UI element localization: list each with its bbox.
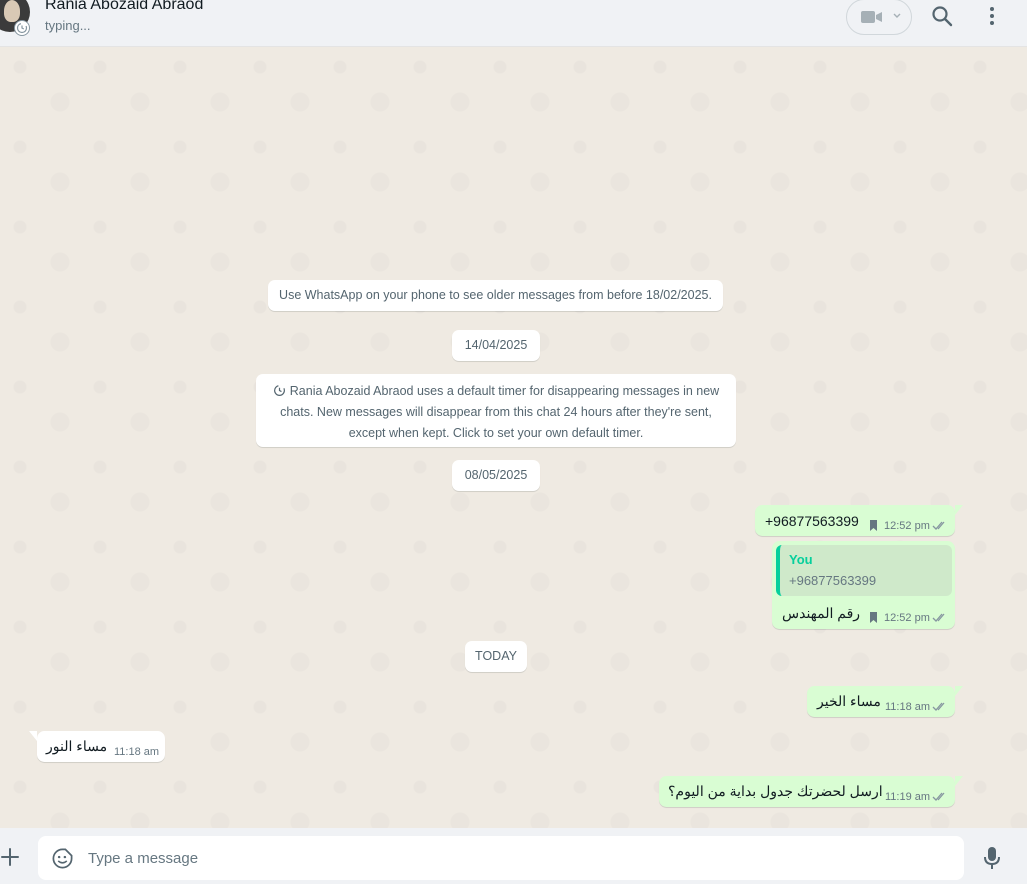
timer-icon <box>273 385 285 396</box>
attach-button[interactable] <box>0 847 20 872</box>
message-time: 11:18 am <box>114 746 160 758</box>
message-text: ارسل لحضرتك جدول بداية من اليوم؟ <box>668 783 883 799</box>
search-button[interactable] <box>930 4 954 28</box>
quote-author: You <box>789 552 813 567</box>
older-messages-notice[interactable]: Use WhatsApp on your phone to see older … <box>268 280 723 311</box>
search-icon <box>932 6 953 27</box>
disappearing-timer-icon <box>14 20 30 36</box>
message-input-box[interactable] <box>38 836 964 880</box>
quote-text: +96877563399 <box>789 573 877 588</box>
date-chip-2-text: 08/05/2025 <box>464 468 528 482</box>
chevron-down-icon <box>893 13 901 18</box>
emoji-sticker-icon[interactable] <box>51 847 74 870</box>
message-text: مساء النور <box>46 738 108 754</box>
bubble-tail <box>955 505 963 515</box>
message-time: 12:52 pm <box>884 520 930 532</box>
video-camera-icon <box>861 11 882 23</box>
microphone-icon <box>984 847 1000 869</box>
date-chip-today: TODAY <box>465 641 527 672</box>
date-chip-today-text: TODAY <box>475 649 517 663</box>
double-check-icon <box>932 613 945 622</box>
chat-scrollbar[interactable] <box>1021 47 1027 828</box>
quoted-message[interactable]: You +96877563399 <box>776 545 952 596</box>
date-chip-1: 14/04/2025 <box>452 330 540 361</box>
older-messages-notice-text: Use WhatsApp on your phone to see older … <box>279 288 712 302</box>
message-bubble-incoming[interactable]: مساء النور 11:18 am <box>29 731 165 762</box>
message-bubble-outgoing[interactable]: +96877563399 12:52 pm <box>755 505 963 536</box>
contact-status: typing... <box>45 18 91 33</box>
chat-header: Rania Abozaid Abraod typing... <box>0 0 1027 47</box>
message-input[interactable] <box>88 836 948 880</box>
message-time: 11:18 am <box>885 701 931 713</box>
disappearing-timer-notice-text: Rania Abozaid Abraod uses a default time… <box>280 384 720 440</box>
message-bubble-outgoing[interactable]: ارسل لحضرتك جدول بداية من اليوم؟ 11:19 a… <box>659 776 963 807</box>
message-time: 11:19 am <box>885 791 931 803</box>
double-check-icon <box>932 792 945 801</box>
message-bubble-outgoing[interactable]: مساء الخير 11:18 am <box>807 686 963 717</box>
bubble-tail <box>955 776 963 786</box>
date-chip-1-text: 14/04/2025 <box>464 338 528 352</box>
video-call-button[interactable] <box>846 0 912 35</box>
contact-name[interactable]: Rania Abozaid Abraod <box>45 0 203 14</box>
double-check-icon <box>932 702 945 711</box>
message-composer <box>0 828 1027 884</box>
message-text: +96877563399 <box>765 513 859 529</box>
message-text: رقم المهندس <box>782 605 861 621</box>
more-vertical-icon <box>990 7 994 25</box>
bubble-tail <box>955 686 963 696</box>
menu-button[interactable] <box>982 4 1002 28</box>
message-bubble-outgoing-reply[interactable]: You +96877563399 رقم المهندس 12:52 pm <box>772 541 955 629</box>
kept-bookmark-icon <box>870 520 877 531</box>
double-check-icon <box>932 521 945 530</box>
date-chip-2: 08/05/2025 <box>452 460 540 491</box>
plus-icon <box>1 848 19 866</box>
voice-message-button[interactable] <box>983 846 1001 875</box>
kept-bookmark-icon <box>870 612 877 623</box>
message-text: مساء الخير <box>817 693 881 709</box>
message-time: 12:52 pm <box>884 612 930 624</box>
chat-messages-area[interactable]: Use WhatsApp on your phone to see older … <box>0 47 1027 828</box>
bubble-tail <box>29 731 37 741</box>
disappearing-timer-notice[interactable]: Rania Abozaid Abraod uses a default time… <box>256 374 736 447</box>
